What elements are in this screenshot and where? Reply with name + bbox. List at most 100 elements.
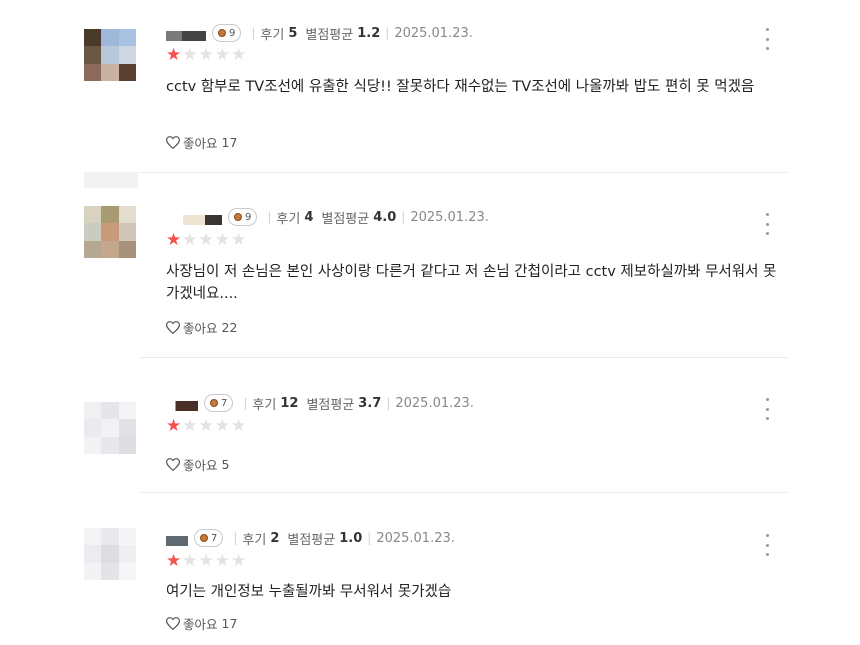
star-rating: ★★★★★ xyxy=(166,417,247,435)
star-rating: ★★★★★ xyxy=(166,231,247,249)
more-options-button[interactable] xyxy=(760,534,774,556)
reviewer-badge: 9 xyxy=(228,208,258,226)
reviewer-badge: 7 xyxy=(204,394,234,412)
review-count: 4 xyxy=(304,209,314,225)
badge-medal-icon xyxy=(218,29,226,37)
star-rating: ★★★★★ xyxy=(166,552,247,570)
star-empty-icon: ★ xyxy=(198,45,215,65)
separator: | xyxy=(243,396,248,410)
like-button[interactable]: 좋아요 17 xyxy=(166,133,237,151)
separator: | xyxy=(386,396,391,410)
nickname[interactable] xyxy=(166,31,206,41)
rating-avg-label: 별점평균 xyxy=(305,27,354,43)
reviewer-badge: 7 xyxy=(194,529,224,547)
star-empty-icon: ★ xyxy=(198,416,215,436)
rating-avg-label: 별점평균 xyxy=(287,532,336,548)
heart-icon xyxy=(166,616,180,630)
review-text: 여기는 개인정보 누출될까봐 무서워서 못가겠습 xyxy=(166,584,452,600)
more-vertical-icon xyxy=(765,534,769,537)
review-count-label: 후기 xyxy=(276,211,301,227)
heart-icon xyxy=(166,135,180,149)
badge-medal-icon xyxy=(200,534,208,542)
like-count: 5 xyxy=(221,456,230,472)
rating-avg: 1.2 xyxy=(357,25,381,41)
review-count-label: 후기 xyxy=(252,397,277,413)
nickname[interactable] xyxy=(166,215,222,225)
star-rating: ★★★★★ xyxy=(166,46,247,64)
review-count: 5 xyxy=(288,25,298,41)
star-filled-icon: ★ xyxy=(166,551,183,571)
rating-avg: 3.7 xyxy=(358,395,382,411)
badge-medal-icon xyxy=(210,399,218,407)
badge-count: 7 xyxy=(211,532,218,544)
review-date: 2025.01.23. xyxy=(376,530,455,546)
more-vertical-icon xyxy=(765,398,769,401)
separator: | xyxy=(267,210,272,224)
badge-medal-icon xyxy=(234,213,242,221)
nickname[interactable] xyxy=(166,401,198,411)
star-filled-icon: ★ xyxy=(166,230,183,250)
review-meta: 7 | 후기 2 별점평균 1.0 | 2025.01.23. xyxy=(166,528,455,548)
separator: | xyxy=(233,531,238,545)
like-button[interactable]: 좋아요 22 xyxy=(166,318,237,336)
review-count: 12 xyxy=(280,395,299,411)
review-date: 2025.01.23. xyxy=(395,395,474,411)
like-label: 좋아요 xyxy=(183,135,218,151)
rating-avg-label: 별점평균 xyxy=(306,397,355,413)
divider xyxy=(84,172,788,173)
rating-avg: 4.0 xyxy=(373,209,397,225)
review-meta: 7 | 후기 12 별점평균 3.7 | 2025.01.23. xyxy=(166,393,474,413)
separator: | xyxy=(385,26,390,40)
badge-count: 9 xyxy=(245,211,252,223)
avatar[interactable] xyxy=(84,29,136,81)
review-meta: 9 | 후기 4 별점평균 4.0 | 2025.01.23. xyxy=(166,207,489,227)
star-empty-icon: ★ xyxy=(231,45,248,65)
like-label: 좋아요 xyxy=(183,320,218,336)
more-vertical-icon xyxy=(765,213,769,216)
star-empty-icon: ★ xyxy=(198,551,215,571)
more-options-button[interactable] xyxy=(760,398,774,420)
heart-icon xyxy=(166,320,180,334)
divider-shade xyxy=(84,172,138,188)
like-label: 좋아요 xyxy=(183,457,218,473)
more-options-button[interactable] xyxy=(760,28,774,50)
star-empty-icon: ★ xyxy=(182,45,199,65)
like-label: 좋아요 xyxy=(183,616,218,632)
star-empty-icon: ★ xyxy=(231,230,248,250)
star-empty-icon: ★ xyxy=(198,230,215,250)
review-date: 2025.01.23. xyxy=(410,209,489,225)
badge-count: 9 xyxy=(229,27,236,39)
star-empty-icon: ★ xyxy=(214,230,231,250)
star-empty-icon: ★ xyxy=(182,230,199,250)
more-options-button[interactable] xyxy=(760,213,774,235)
review-date: 2025.01.23. xyxy=(394,25,473,41)
review-count-label: 후기 xyxy=(260,27,285,43)
reviewer-badge: 9 xyxy=(212,24,242,42)
heart-icon xyxy=(166,457,180,471)
avatar[interactable] xyxy=(84,206,136,258)
separator: | xyxy=(401,210,406,224)
separator: | xyxy=(251,26,256,40)
star-empty-icon: ★ xyxy=(214,551,231,571)
divider xyxy=(140,492,788,493)
star-empty-icon: ★ xyxy=(182,551,199,571)
like-count: 22 xyxy=(221,319,238,335)
review-meta: 9 | 후기 5 별점평균 1.2 | 2025.01.23. xyxy=(166,23,473,43)
nickname[interactable] xyxy=(166,536,188,546)
star-empty-icon: ★ xyxy=(231,416,248,436)
more-vertical-icon xyxy=(765,28,769,31)
like-button[interactable]: 좋아요 17 xyxy=(166,614,237,632)
review-count: 2 xyxy=(270,530,280,546)
star-filled-icon: ★ xyxy=(166,416,183,436)
divider xyxy=(140,357,788,358)
avatar[interactable] xyxy=(84,402,136,454)
like-count: 17 xyxy=(221,134,238,150)
avatar[interactable] xyxy=(84,528,136,580)
star-empty-icon: ★ xyxy=(214,45,231,65)
badge-count: 7 xyxy=(221,397,228,409)
rating-avg: 1.0 xyxy=(339,530,363,546)
star-empty-icon: ★ xyxy=(182,416,199,436)
like-button[interactable]: 좋아요 5 xyxy=(166,455,229,473)
review-text: 사장님이 저 손님은 본인 사상이랑 다른거 같다고 저 손님 간첩이라고 cc… xyxy=(166,264,777,302)
like-count: 17 xyxy=(221,615,238,631)
